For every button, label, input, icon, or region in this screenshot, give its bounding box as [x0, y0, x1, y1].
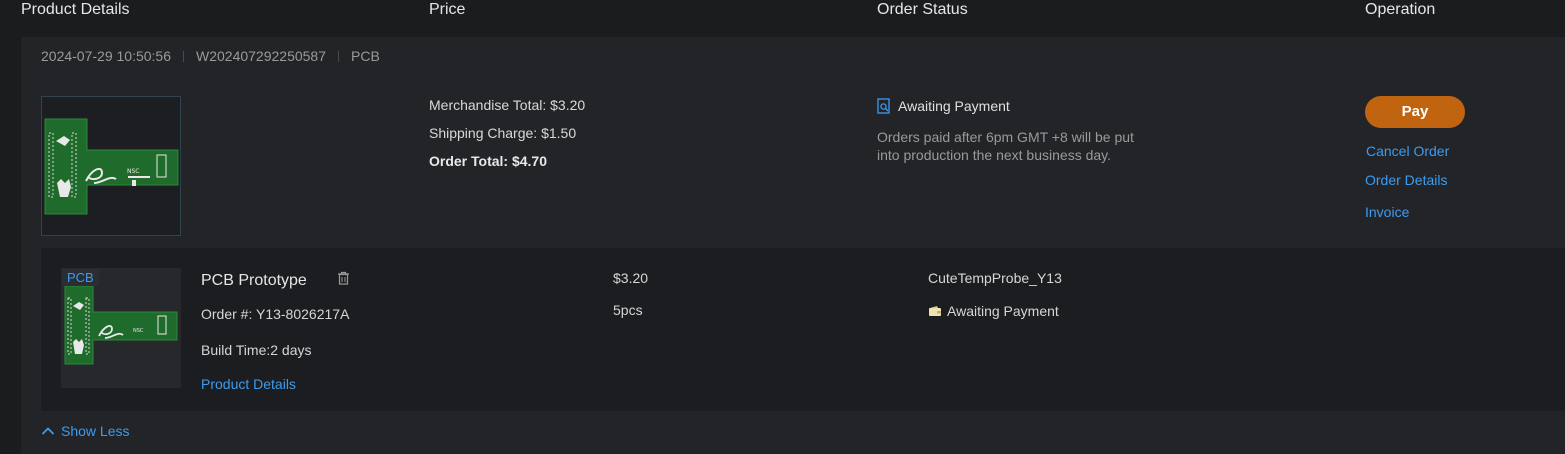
- item-title: PCB Prototype: [201, 271, 307, 289]
- pcb-board-image: NSC: [44, 118, 179, 215]
- item-file-name: CuteTempProbe_Y13: [928, 270, 1062, 286]
- cancel-order-link[interactable]: Cancel Order: [1366, 143, 1449, 159]
- order-category: PCB: [351, 48, 380, 64]
- order-item: NSC PCB PCB Prototype Order #: Y13-80262…: [41, 248, 1565, 411]
- chevron-up-icon: [41, 427, 55, 435]
- pcb-thumbnail[interactable]: NSC: [41, 96, 181, 236]
- wallet-icon: [929, 306, 941, 316]
- item-quantity: 5pcs: [613, 302, 643, 318]
- item-order-number: Order #: Y13-8026217A: [201, 306, 350, 322]
- product-details-link[interactable]: Product Details: [201, 376, 296, 392]
- order-card: 2024-07-29 10:50:56 W202407292250587 PCB…: [21, 37, 1565, 454]
- show-less-label: Show Less: [61, 423, 130, 439]
- header-price: Price: [429, 1, 466, 18]
- order-meta: 2024-07-29 10:50:56 W202407292250587 PCB: [41, 48, 380, 64]
- trash-icon[interactable]: [337, 271, 350, 290]
- pcb-board-image: NSC: [64, 285, 178, 365]
- order-status: Awaiting Payment Orders paid after 6pm G…: [877, 98, 1147, 164]
- table-header: Product Details Price Order Status Opera…: [0, 0, 1565, 30]
- item-status: Awaiting Payment: [947, 303, 1059, 319]
- svg-text:NSC: NSC: [133, 328, 144, 334]
- shipping-charge: Shipping Charge: $1.50: [429, 125, 577, 141]
- order-id: W202407292250587: [196, 48, 327, 64]
- merchandise-total: Merchandise Total: $3.20: [429, 97, 586, 113]
- pay-button[interactable]: Pay: [1365, 96, 1465, 128]
- divider: [183, 50, 184, 62]
- status-note: Orders paid after 6pm GMT +8 will be put…: [877, 129, 1134, 163]
- item-thumbnail[interactable]: NSC PCB: [61, 268, 181, 388]
- order-details-link[interactable]: Order Details: [1365, 172, 1447, 188]
- invoice-link[interactable]: Invoice: [1365, 204, 1409, 220]
- status-label: Awaiting Payment: [898, 98, 1010, 114]
- pcb-badge: PCB: [62, 269, 99, 286]
- document-search-icon: [877, 98, 890, 114]
- header-product-details: Product Details: [21, 1, 130, 18]
- header-operation: Operation: [1365, 1, 1436, 18]
- show-less-toggle[interactable]: Show Less: [41, 423, 129, 439]
- order-datetime: 2024-07-29 10:50:56: [41, 48, 171, 64]
- svg-text:NSC: NSC: [127, 168, 140, 175]
- item-build-time: Build Time:2 days: [201, 342, 312, 358]
- divider: [338, 50, 340, 62]
- item-price: $3.20: [613, 270, 649, 286]
- order-total: Order Total: $4.70: [429, 153, 548, 169]
- item-status-row: Awaiting Payment: [928, 303, 1059, 319]
- item-title-row: PCB Prototype: [201, 271, 350, 290]
- header-order-status: Order Status: [877, 1, 968, 18]
